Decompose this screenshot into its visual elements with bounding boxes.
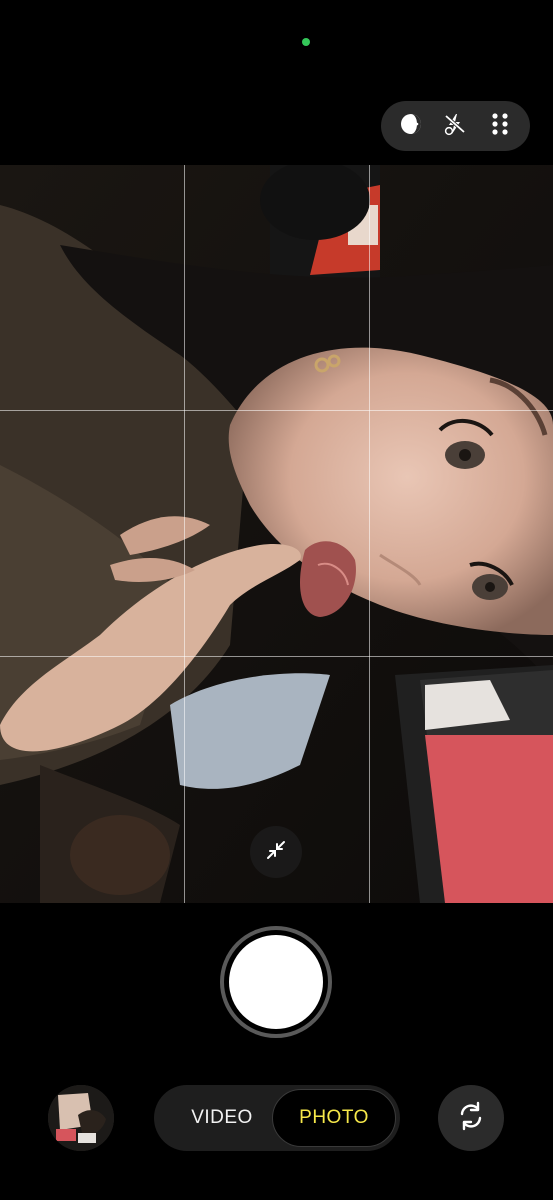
gallery-thumbnail-image xyxy=(48,1085,114,1151)
camera-privacy-indicator xyxy=(302,38,310,46)
flash-off-icon xyxy=(442,111,468,142)
filter-button[interactable] xyxy=(393,108,429,144)
camera-mode-selector: VIDEO PHOTO xyxy=(154,1085,400,1151)
flash-button[interactable] xyxy=(437,108,473,144)
camera-viewfinder[interactable] xyxy=(0,165,553,903)
mode-photo-tab[interactable]: PHOTO xyxy=(272,1089,396,1147)
filter-icon xyxy=(398,111,424,142)
more-options-icon xyxy=(490,112,510,141)
collapse-view-button[interactable] xyxy=(250,826,302,878)
switch-camera-button[interactable] xyxy=(438,1085,504,1151)
shutter-button[interactable] xyxy=(220,926,332,1038)
grid-line-vertical-2 xyxy=(369,165,370,903)
quick-settings-bar xyxy=(381,101,530,151)
collapse-arrows-icon xyxy=(264,838,288,867)
more-options-button[interactable] xyxy=(482,108,518,144)
grid-line-horizontal-2 xyxy=(0,656,553,657)
gallery-thumbnail[interactable] xyxy=(48,1085,114,1151)
shutter-button-inner xyxy=(229,935,323,1029)
camera-preview-image xyxy=(0,165,553,903)
switch-camera-icon xyxy=(454,1099,488,1138)
grid-line-vertical-1 xyxy=(184,165,185,903)
mode-video-tab[interactable]: VIDEO xyxy=(172,1085,272,1151)
grid-line-horizontal-1 xyxy=(0,410,553,411)
